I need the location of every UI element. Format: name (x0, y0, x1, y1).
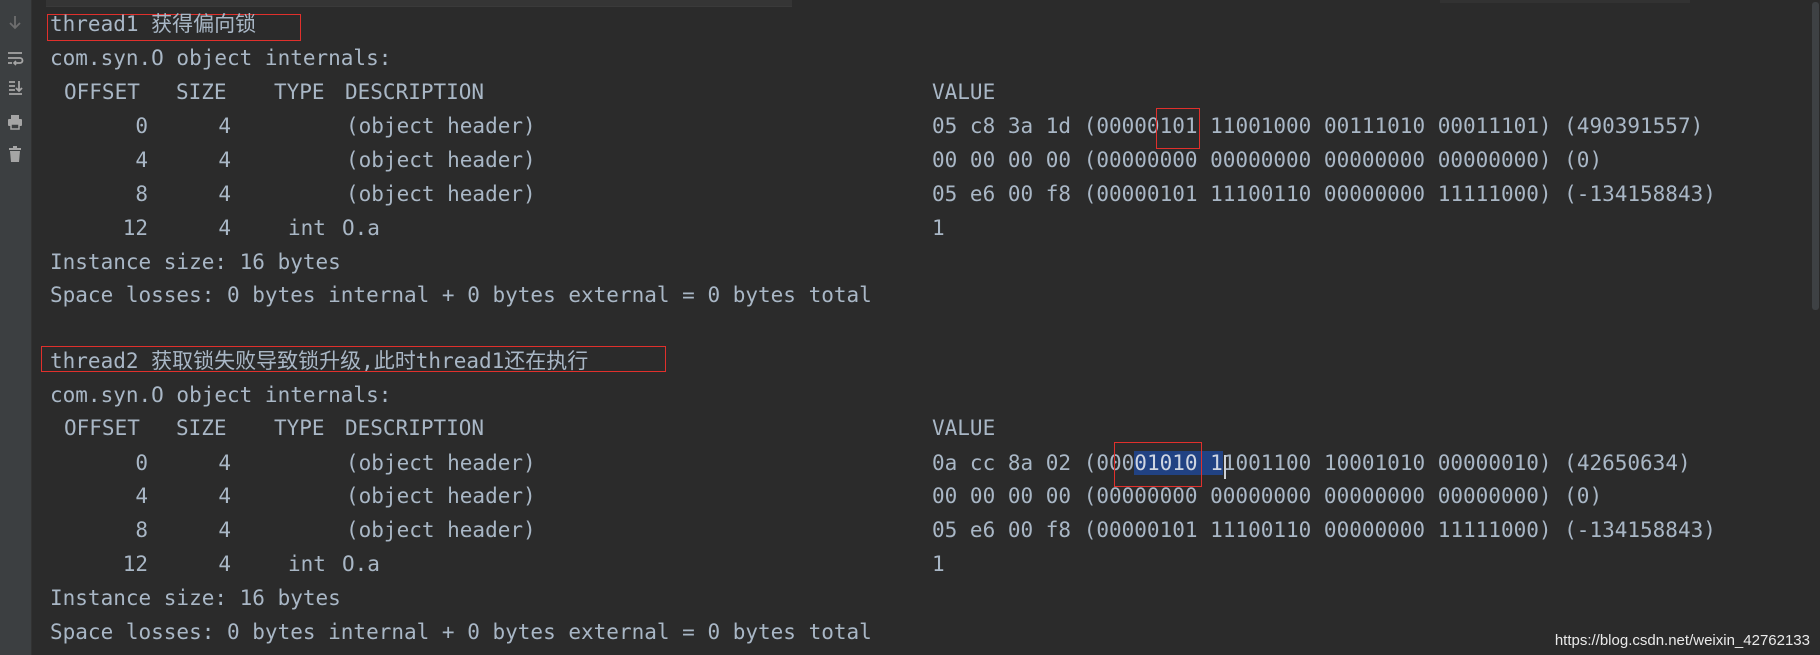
description-cell: (object header) (346, 484, 536, 508)
size-cell: 4 (218, 182, 231, 206)
watermark: https://blog.csdn.net/weixin_42762133 (1554, 632, 1810, 649)
console-toolbar (0, 0, 32, 655)
size-cell: 4 (218, 518, 231, 542)
value-text: 0a cc 8a 02 (000 (932, 451, 1135, 475)
arrow-down-icon[interactable] (4, 12, 26, 34)
thread2-heading: thread2 获取锁失败导致锁升级,此时thread1还在执行 (50, 349, 589, 373)
value-cell[interactable]: 0a cc 8a 02 (00001010 1 1001100 10001010 … (932, 442, 1691, 487)
instance-size-line: Instance size: 16 bytes (50, 250, 341, 274)
offset-cell: 8 (135, 518, 148, 542)
size-cell: 4 (218, 216, 231, 240)
value-cell: 00 00 00 00 (00000000 00000000 00000000 … (932, 484, 1603, 508)
instance-size-line: Instance size: 16 bytes (50, 586, 341, 610)
description-header: DESCRIPTION (345, 416, 485, 440)
value-text: 05 c8 3a 1d (00000 (932, 114, 1160, 138)
text-caret (1223, 455, 1226, 479)
scroll-to-end-icon[interactable] (4, 77, 26, 99)
description-cell: (object header) (346, 451, 536, 475)
space-losses-line: Space losses: 0 bytes internal + 0 bytes… (50, 283, 872, 307)
offset-cell: 12 (122, 552, 148, 576)
description-cell: (object header) (346, 114, 536, 138)
vertical-scrollbar[interactable] (1811, 0, 1820, 655)
print-icon[interactable] (4, 111, 26, 133)
previous-output-strip (46, 0, 792, 7)
value-text: 1001100 10001010 00000010) (42650634) (1222, 451, 1691, 475)
scrollbar-thumb[interactable] (1812, 2, 1819, 310)
offset-cell: 4 (135, 148, 148, 172)
description-cell: (object header) (346, 518, 536, 542)
internals-line: com.syn.O object internals: (50, 383, 392, 407)
type-cell: int (288, 216, 326, 240)
value-text: 11001000 00111010 00011101) (490391557) (1197, 114, 1704, 138)
size-cell: 4 (218, 484, 231, 508)
offset-cell: 4 (135, 484, 148, 508)
offset-cell: 0 (135, 114, 148, 138)
offset-header: OFFSET (64, 416, 140, 440)
offset-cell: 8 (135, 182, 148, 206)
size-header: SIZE (176, 80, 227, 104)
description-cell: (object header) (346, 182, 536, 206)
description-cell: O.a (342, 552, 380, 576)
value-cell: 05 c8 3a 1d (00000101 11001000 00111010 … (932, 108, 1704, 149)
value-cell: 1 (932, 552, 945, 576)
soft-wrap-icon[interactable] (4, 47, 26, 69)
size-header: SIZE (176, 416, 227, 440)
thread1-heading: thread1 获得偏向锁 (50, 12, 257, 36)
trash-icon[interactable] (4, 143, 26, 165)
value-cell: 05 e6 00 f8 (00000101 11100110 00000000 … (932, 518, 1716, 542)
value-cell: 05 e6 00 f8 (00000101 11100110 00000000 … (932, 182, 1716, 206)
description-cell: O.a (342, 216, 380, 240)
space-losses-line: Space losses: 0 bytes internal + 0 bytes… (50, 620, 872, 644)
type-header: TYPE (274, 416, 325, 440)
internals-line: com.syn.O object internals: (50, 46, 392, 70)
lock-bits: 101 (1155, 108, 1200, 149)
offset-header: OFFSET (64, 80, 140, 104)
text-selection[interactable]: 01010 1 (1114, 442, 1226, 487)
value-header: VALUE (932, 80, 996, 104)
description-header: DESCRIPTION (345, 80, 485, 104)
value-cell: 00 00 00 00 (00000000 00000000 00000000 … (932, 148, 1603, 172)
size-cell: 4 (218, 552, 231, 576)
value-header: VALUE (932, 416, 996, 440)
offset-cell: 12 (122, 216, 148, 240)
offset-cell: 0 (135, 451, 148, 475)
value-cell: 1 (932, 216, 945, 240)
description-cell: (object header) (346, 148, 536, 172)
type-cell: int (288, 552, 326, 576)
annotation-box (1155, 108, 1200, 149)
size-cell: 4 (218, 451, 231, 475)
size-cell: 4 (218, 148, 231, 172)
type-header: TYPE (274, 80, 325, 104)
size-cell: 4 (218, 114, 231, 138)
previous-output-strip (1440, 0, 1690, 3)
